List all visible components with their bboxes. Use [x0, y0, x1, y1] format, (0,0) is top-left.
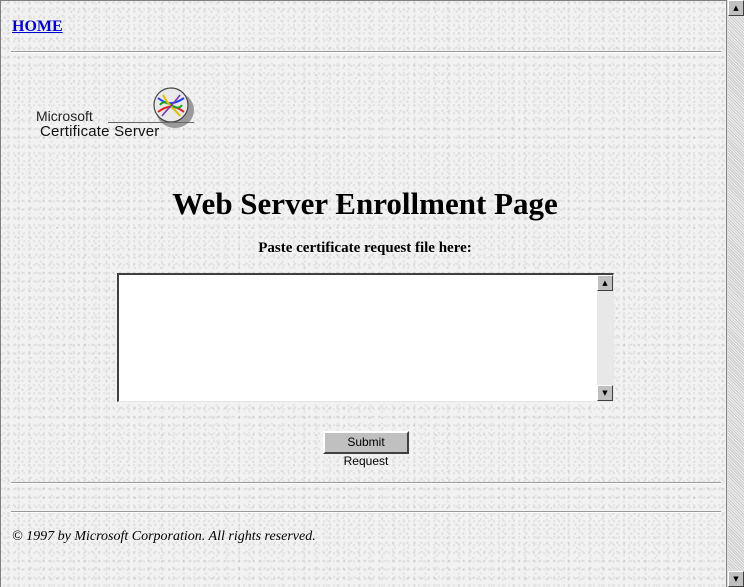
home-link[interactable]: HOME: [12, 18, 63, 36]
page-scroll-track[interactable]: [728, 17, 744, 570]
certificate-request-textarea-frame: ▲ ▼: [117, 273, 614, 402]
textarea-scrollbar[interactable]: ▲ ▼: [597, 275, 613, 401]
logo-text-certificate-server: Certificate Server: [40, 123, 160, 140]
bottom-divider-1: [11, 482, 721, 484]
bottom-divider-2: [11, 511, 721, 513]
certificate-server-logo: Microsoft Certificate Server: [34, 84, 209, 142]
page-scrollbar[interactable]: ▲ ▼: [726, 0, 744, 587]
submit-request-button[interactable]: Submit Request: [323, 431, 409, 468]
request-prompt: Paste certificate request file here:: [258, 240, 472, 256]
textarea-scroll-up-icon[interactable]: ▲: [597, 275, 613, 291]
textarea-scroll-down-icon[interactable]: ▼: [597, 385, 613, 401]
certificate-request-textarea[interactable]: [122, 278, 593, 398]
top-divider: [11, 51, 721, 53]
page-scroll-up-icon[interactable]: ▲: [728, 0, 744, 16]
page-scroll-down-icon[interactable]: ▼: [728, 571, 744, 587]
copyright-notice: © 1997 by Microsoft Corporation. All rig…: [12, 529, 316, 544]
logo-text-microsoft: Microsoft: [36, 108, 93, 124]
page-title: Web Server Enrollment Page: [172, 186, 558, 221]
